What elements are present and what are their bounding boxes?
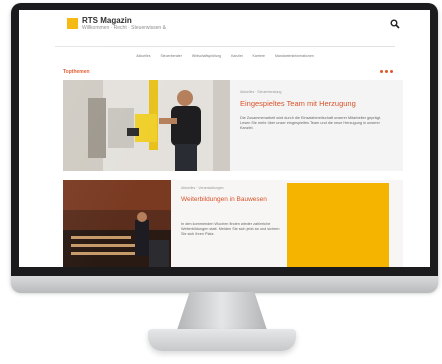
section-title: Topthemen <box>63 69 90 75</box>
screen: RTS Magazin Willkommen · Recht · Steuerw… <box>19 10 430 267</box>
monitor-stand-neck <box>177 292 267 330</box>
header-divider <box>55 46 395 47</box>
nav-item-kanzlei[interactable]: Kanzlei <box>231 54 242 58</box>
worker-photo <box>63 80 230 171</box>
article-title[interactable]: Eingespieltes Team mit Herzugung <box>240 99 356 108</box>
nav-item-aktuelles[interactable]: Aktuelles <box>136 54 150 58</box>
logo-icon[interactable] <box>67 18 78 29</box>
carousel-dot[interactable] <box>380 70 383 73</box>
nav-item-wirtschaftspruefung[interactable]: Wirtschaftsprüfung <box>192 54 221 58</box>
search-icon[interactable] <box>390 19 400 29</box>
article-meta: Aktuelles · Veranstaltungen <box>181 186 224 190</box>
auditorium-photo <box>63 180 171 267</box>
scene: RTS Magazin Willkommen · Recht · Steuerw… <box>0 0 442 364</box>
main-nav: Aktuelles Steuerberater Wirtschaftsprüfu… <box>55 50 395 62</box>
carousel-dots <box>380 70 393 73</box>
carousel-dot[interactable] <box>390 70 393 73</box>
article-excerpt: In den kommenden Wochen finden wieder za… <box>181 222 280 236</box>
site-header: RTS Magazin Willkommen · Recht · Steuerw… <box>19 10 430 46</box>
article-image-auditorium[interactable] <box>63 180 171 267</box>
article-title[interactable]: Weiterbildungen in Bauwesen <box>181 196 281 204</box>
article-image-worker[interactable] <box>63 80 230 171</box>
monitor-chin <box>11 276 438 293</box>
article-card-secondary[interactable]: Aktuelles · Veranstaltungen Weiterbildun… <box>63 180 403 267</box>
logo-subtitle: Willkommen · Recht · Steuerwissen & <box>82 25 166 31</box>
logo-title[interactable]: RTS Magazin <box>82 16 132 25</box>
carousel-dot[interactable] <box>385 70 388 73</box>
article-excerpt: Die Zusammenarbeit wird durch die Einsat… <box>240 116 381 130</box>
promo-banner[interactable] <box>287 183 389 267</box>
article-meta: Aktuelles · Steuerberatung <box>240 90 282 94</box>
article-card-featured[interactable]: Aktuelles · Steuerberatung Eingespieltes… <box>63 80 403 171</box>
nav-item-mandanteninformationen[interactable]: Mandanteninformationen <box>275 54 314 58</box>
nav-item-steuerberater[interactable]: Steuerberater <box>160 54 181 58</box>
monitor-stand-base <box>148 329 296 351</box>
nav-item-karriere[interactable]: Karriere <box>253 54 265 58</box>
